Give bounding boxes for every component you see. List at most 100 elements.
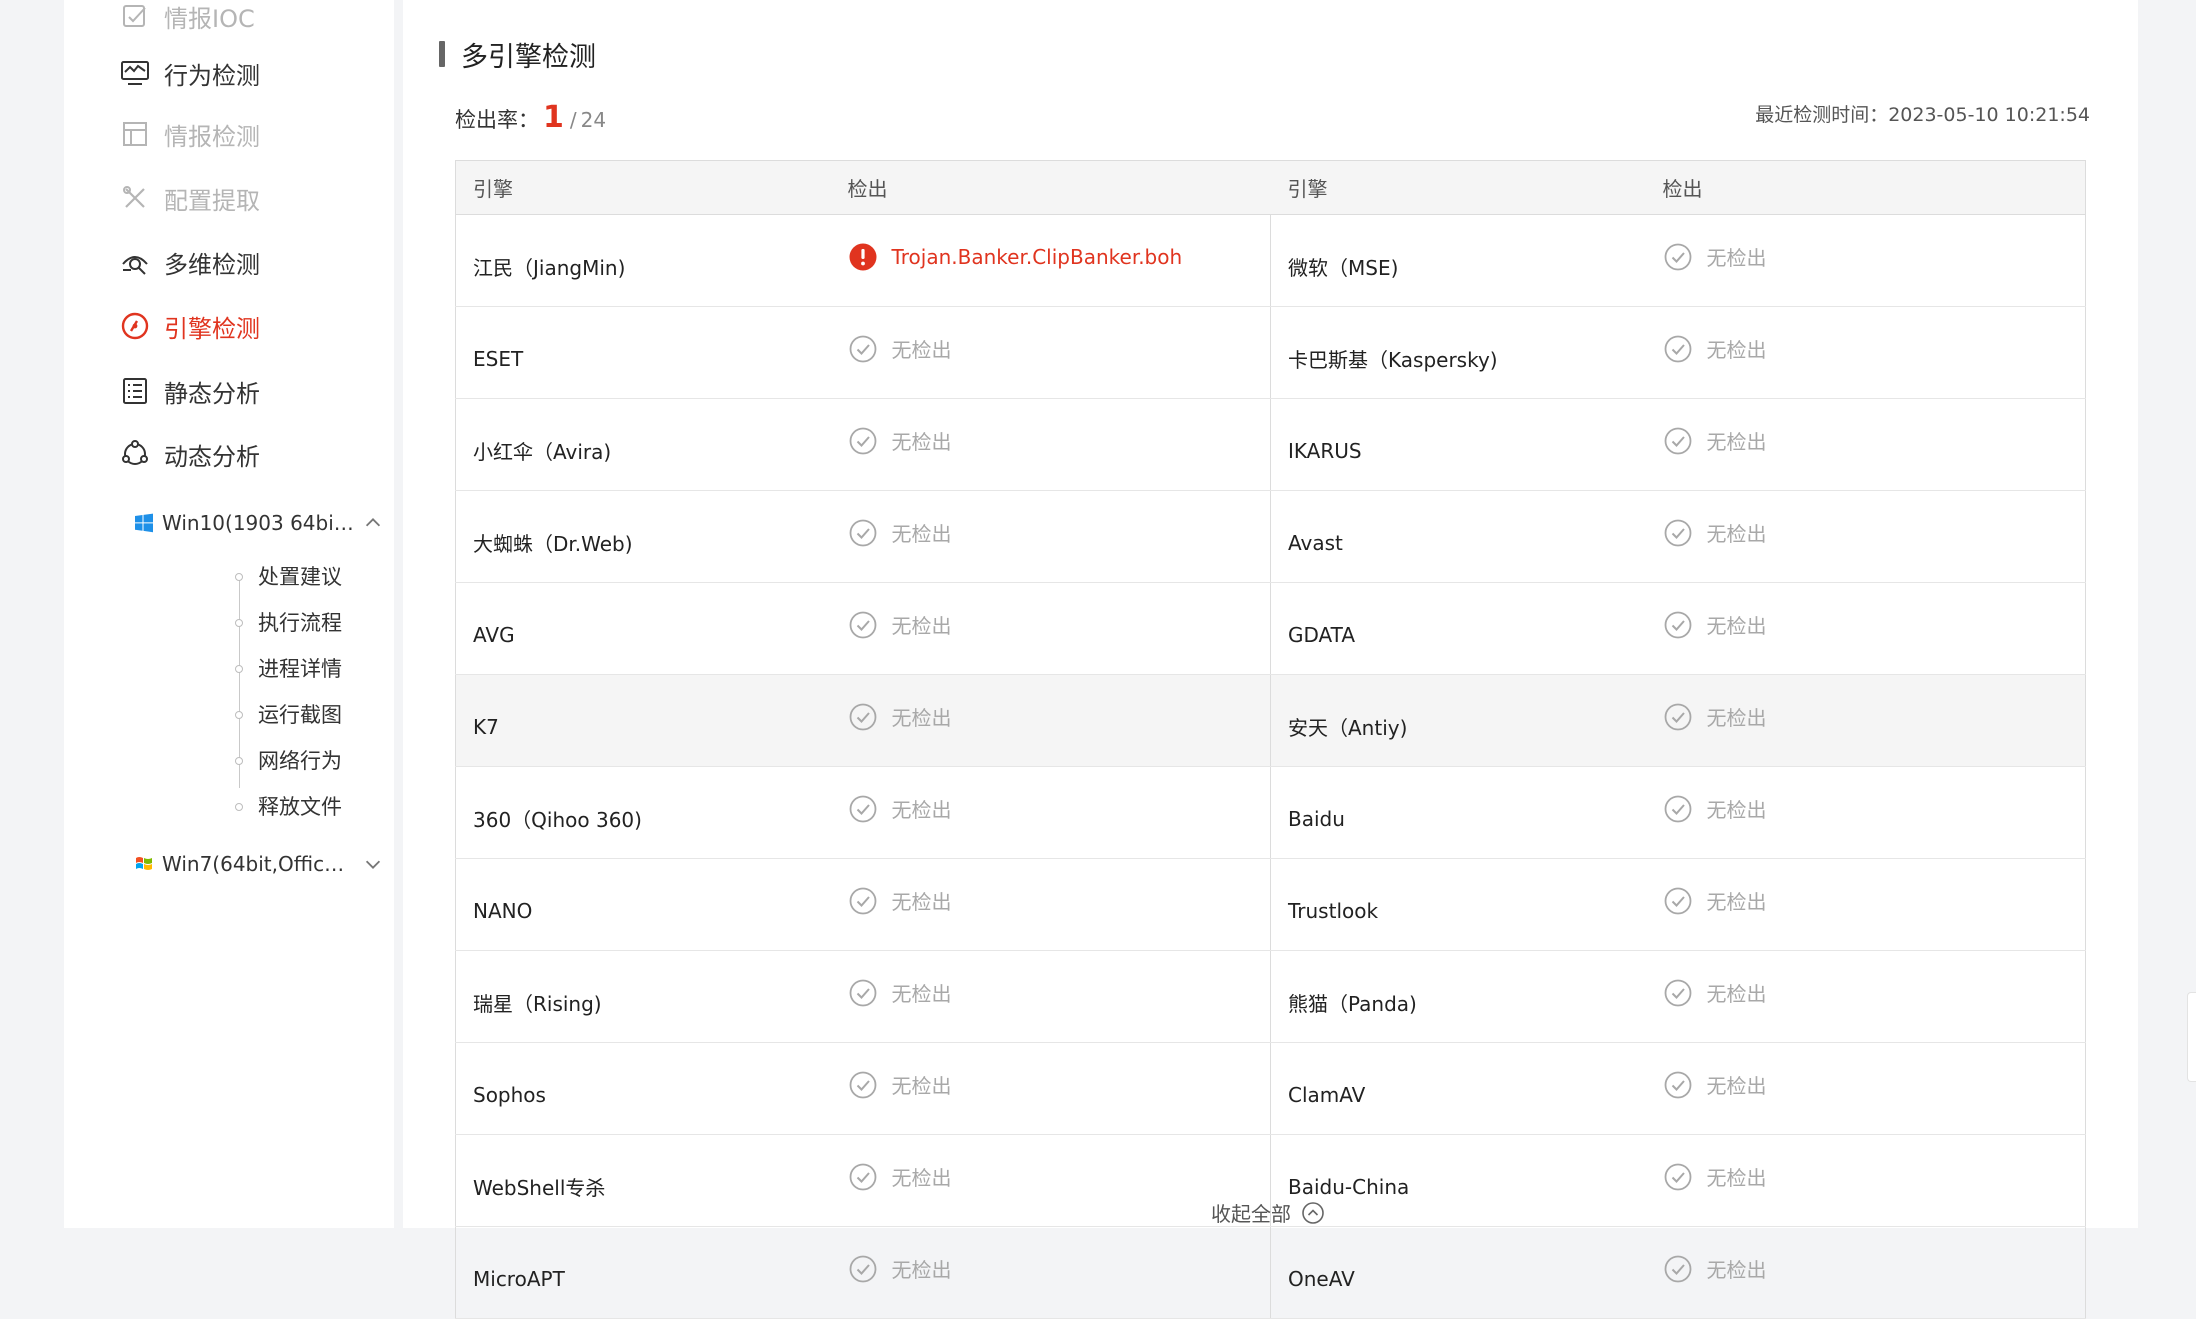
detection-result: 无检出 bbox=[891, 706, 952, 730]
subtree-item[interactable]: 处置建议 bbox=[258, 556, 342, 596]
sidebar-item-6[interactable]: 引擎检测 bbox=[118, 302, 260, 350]
detection-result: 无检出 bbox=[1706, 1166, 1767, 1190]
right-result-cell: 无检出 bbox=[1645, 950, 2086, 1043]
check-circle-icon bbox=[1664, 1255, 1691, 1282]
detection-result: 无检出 bbox=[1706, 890, 1767, 914]
right-engine-cell: OneAV bbox=[1270, 1226, 1646, 1319]
detection-result: 无检出 bbox=[891, 522, 952, 546]
right-engine-cell: Avast bbox=[1270, 490, 1646, 583]
subtree-item[interactable]: 网络行为 bbox=[258, 740, 342, 780]
sidebar-item-label: 多维检测 bbox=[164, 250, 260, 279]
check-circle-icon bbox=[1664, 335, 1691, 362]
table-row: ESET 无检出 卡巴斯基（Kaspersky) 无检出 bbox=[455, 306, 2086, 399]
right-result-cell: 无检出 bbox=[1645, 1226, 2086, 1319]
intel-layout-icon bbox=[118, 117, 152, 151]
intel-ioc-icon bbox=[118, 0, 152, 33]
left-engine-cell: K7 bbox=[455, 674, 831, 767]
subtree-item[interactable]: 执行流程 bbox=[258, 602, 342, 642]
right-engine-cell: 卡巴斯基（Kaspersky) bbox=[1270, 306, 1646, 399]
sidebar-item-label: 情报IOC bbox=[164, 4, 255, 33]
sidebar-item-7[interactable]: 静态分析 bbox=[118, 367, 260, 415]
left-result-cell: Trojan.Banker.ClipBanker.boh bbox=[830, 214, 1271, 307]
check-circle-icon bbox=[1664, 243, 1691, 270]
edge-handle[interactable] bbox=[2187, 992, 2196, 1082]
right-result-cell: 无检出 bbox=[1645, 1134, 2086, 1227]
detection-rate: 检出率： 1 / 24 bbox=[455, 100, 606, 144]
subtree-item[interactable]: 运行截图 bbox=[258, 694, 342, 734]
left-result-cell: 无检出 bbox=[830, 1134, 1271, 1227]
right-result-cell: 无检出 bbox=[1645, 398, 2086, 491]
left-result-cell: 无检出 bbox=[830, 766, 1271, 859]
left-engine-cell: Sophos bbox=[455, 1042, 831, 1135]
check-circle-icon bbox=[1664, 979, 1691, 1006]
left-engine-cell: 360（Qihoo 360) bbox=[455, 766, 831, 859]
chevron-up-icon[interactable] bbox=[362, 512, 384, 534]
left-engine-cell: 大蜘蛛（Dr.Web) bbox=[455, 490, 831, 583]
table-row: 江民（JiangMin) Trojan.Banker.ClipBanker.boh… bbox=[455, 214, 2086, 307]
detection-result: 无检出 bbox=[1706, 430, 1767, 454]
collapse-all-label: 收起全部 bbox=[1211, 1202, 1291, 1226]
subtree-item[interactable]: 释放文件 bbox=[258, 786, 342, 826]
sidebar-item-8[interactable]: 动态分析 bbox=[118, 430, 260, 478]
engine-gauge-icon bbox=[118, 309, 152, 343]
table-row: AVG 无检出 GDATA 无检出 bbox=[455, 582, 2086, 675]
left-engine-cell: MicroAPT bbox=[455, 1226, 831, 1319]
table-row: 360（Qihoo 360) 无检出 Baidu 无检出 bbox=[455, 766, 2086, 859]
table-row: 大蜘蛛（Dr.Web) 无检出 Avast 无检出 bbox=[455, 490, 2086, 583]
right-result-cell: 无检出 bbox=[1645, 490, 2086, 583]
detection-result: 无检出 bbox=[1706, 522, 1767, 546]
detected-count: 1 bbox=[543, 100, 564, 135]
chevron-down-icon[interactable] bbox=[362, 853, 384, 875]
left-engine-cell: AVG bbox=[455, 582, 831, 675]
left-result-cell: 无检出 bbox=[830, 950, 1271, 1043]
sidebar-item-1[interactable]: 情报IOC bbox=[118, 0, 255, 40]
tree-node-dot bbox=[235, 665, 243, 673]
multi-dimension-icon bbox=[118, 245, 152, 279]
collapse-all-button[interactable]: 收起全部 bbox=[1211, 1198, 1325, 1227]
subtree-item[interactable]: 进程详情 bbox=[258, 648, 342, 688]
right-result-cell: 无检出 bbox=[1645, 858, 2086, 951]
detection-result: 无检出 bbox=[1706, 338, 1767, 362]
right-result-cell: 无检出 bbox=[1645, 1042, 2086, 1135]
detection-result: 无检出 bbox=[891, 1074, 952, 1098]
right-engine-cell: Trustlook bbox=[1270, 858, 1646, 951]
right-result-cell: 无检出 bbox=[1645, 674, 2086, 767]
vm-win10-item[interactable]: Win10(1903 64bi… bbox=[134, 503, 384, 543]
subtree-line bbox=[239, 574, 240, 788]
check-circle-icon bbox=[849, 427, 876, 454]
tree-node-dot bbox=[235, 573, 243, 581]
header-result-right: 检出 bbox=[1645, 160, 2086, 215]
table-row: 小红伞（Avira) 无检出 IKARUS 无检出 bbox=[455, 398, 2086, 491]
vm-win7-item[interactable]: Win7(64bit,Office… bbox=[134, 844, 384, 884]
total-count: 24 bbox=[580, 108, 607, 132]
table-header-row: 引擎 检出 引擎 检出 bbox=[455, 160, 2086, 215]
table-row: Sophos 无检出 ClamAV 无检出 bbox=[455, 1042, 2086, 1135]
left-engine-cell: NANO bbox=[455, 858, 831, 951]
sidebar-item-3[interactable]: 情报检测 bbox=[118, 110, 260, 158]
tree-node-dot bbox=[235, 711, 243, 719]
check-circle-icon bbox=[849, 795, 876, 822]
detection-result: 无检出 bbox=[1706, 798, 1767, 822]
detection-result: Trojan.Banker.ClipBanker.boh bbox=[891, 244, 1183, 269]
right-engine-cell: IKARUS bbox=[1270, 398, 1646, 491]
right-result-cell: 无检出 bbox=[1645, 766, 2086, 859]
detection-result: 无检出 bbox=[1706, 246, 1767, 270]
sidebar-item-5[interactable]: 多维检测 bbox=[118, 238, 260, 286]
sidebar-item-label: 引擎检测 bbox=[164, 314, 260, 343]
left-engine-cell: ESET bbox=[455, 306, 831, 399]
right-engine-cell: 安天（Antiy) bbox=[1270, 674, 1646, 767]
detection-result: 无检出 bbox=[891, 1166, 952, 1190]
tree-node-dot bbox=[235, 619, 243, 627]
table-row: K7 无检出 安天（Antiy) 无检出 bbox=[455, 674, 2086, 767]
check-circle-icon bbox=[849, 519, 876, 546]
detection-result: 无检出 bbox=[1706, 706, 1767, 730]
check-circle-icon bbox=[1664, 1071, 1691, 1098]
sidebar-item-4[interactable]: 配置提取 bbox=[118, 174, 260, 222]
sidebar-item-2[interactable]: 行为检测 bbox=[118, 49, 260, 97]
left-engine-cell: 小红伞（Avira) bbox=[455, 398, 831, 491]
vm-win7-label: Win7(64bit,Office… bbox=[162, 852, 354, 876]
check-circle-icon bbox=[849, 887, 876, 914]
header-engine-left: 引擎 bbox=[455, 160, 831, 215]
cycle-nodes-icon bbox=[118, 437, 152, 471]
check-circle-icon bbox=[1664, 703, 1691, 730]
